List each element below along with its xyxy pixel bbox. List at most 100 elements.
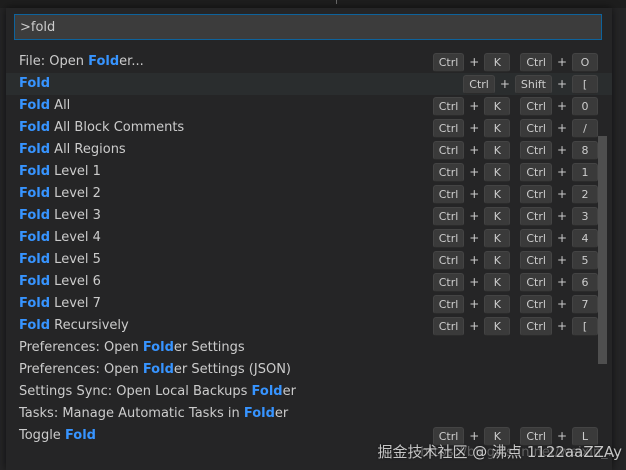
command-item[interactable]: Settings Sync: Open Local Backups Folder (6, 381, 612, 403)
command-item[interactable]: Fold Recursively Ctrl + K Ctrl + [ (6, 315, 612, 337)
match-highlight: Fold (243, 406, 275, 421)
label-text: er... (119, 54, 144, 69)
key-chord: Ctrl + / (520, 117, 598, 139)
key-cap: 0 (572, 96, 598, 116)
command-label: Fold Level 6 (19, 274, 101, 289)
command-item[interactable]: Preferences: Open Folder Settings (JSON) (6, 359, 612, 381)
key-chord: Ctrl + K (432, 271, 511, 293)
command-item[interactable]: Fold All Regions Ctrl + K Ctrl +8 (6, 139, 612, 161)
command-label: Fold Level 2 (19, 186, 101, 201)
command-label: Fold Level 3 (19, 208, 101, 223)
plus-separator: + (556, 253, 567, 267)
key-cap: Ctrl (520, 228, 552, 248)
command-item[interactable]: Fold Level 4 Ctrl + K Ctrl +4 (6, 227, 612, 249)
command-search-input[interactable] (15, 15, 601, 39)
match-highlight: Fold (19, 76, 51, 91)
key-cap: Ctrl (432, 316, 465, 336)
key-cap: Ctrl (432, 96, 465, 116)
key-chord: Ctrl + K (432, 315, 511, 337)
key-chord: Ctrl +0 (520, 95, 598, 117)
key-cap: Shift (514, 74, 552, 94)
command-palette-input-box[interactable] (14, 14, 602, 40)
plus-separator: + (556, 55, 567, 69)
key-chord: Ctrl + K (432, 249, 511, 271)
plus-separator: + (499, 77, 510, 91)
plus-separator: + (469, 55, 480, 69)
key-cap: Ctrl (520, 184, 552, 204)
plus-separator: + (556, 121, 567, 135)
match-highlight: Fold (19, 230, 51, 245)
key-cap: Ctrl (520, 162, 552, 182)
command-item[interactable]: Fold Level 2 Ctrl + K Ctrl +2 (6, 183, 612, 205)
plus-separator: + (469, 143, 480, 157)
match-highlight: Fold (19, 120, 51, 135)
key-chord: Ctrl +2 (520, 183, 598, 205)
match-highlight: Fold (19, 186, 51, 201)
command-item[interactable]: Fold Level 5 Ctrl + K Ctrl +5 (6, 249, 612, 271)
command-label: Fold Recursively (19, 318, 129, 333)
match-highlight: Fold (19, 142, 51, 157)
command-item[interactable]: File: Open Folder... Ctrl + K Ctrl + O (6, 51, 612, 73)
key-cap: 8 (572, 140, 598, 160)
label-text: Preferences: Open (19, 340, 143, 355)
command-label: Preferences: Open Folder Settings (JSON) (19, 362, 291, 377)
keybinding: Ctrl + K Ctrl + [ (423, 315, 598, 337)
key-cap: K (484, 162, 511, 182)
command-label: Fold All Regions (19, 142, 126, 157)
command-item[interactable]: Fold Level 1 Ctrl + K Ctrl +1 (6, 161, 612, 183)
key-cap: / (572, 118, 598, 138)
key-cap: Ctrl (520, 250, 552, 270)
label-text: Level 1 (50, 164, 101, 179)
keybinding: Ctrl + K Ctrl +7 (423, 293, 598, 315)
key-cap: Ctrl (520, 294, 552, 314)
command-item[interactable]: Fold Level 7 Ctrl + K Ctrl +7 (6, 293, 612, 315)
plus-separator: + (469, 165, 480, 179)
key-cap: Ctrl (432, 184, 465, 204)
key-chord: Ctrl + K (432, 139, 511, 161)
key-cap: K (484, 250, 511, 270)
key-cap: K (484, 228, 511, 248)
match-highlight: Fold (142, 340, 174, 355)
key-cap: Ctrl (432, 118, 465, 138)
label-text: Tasks: Manage Automatic Tasks in (19, 406, 244, 421)
keybinding: Ctrl + Shift + [ (453, 73, 598, 95)
plus-separator: + (556, 143, 567, 157)
plus-separator: + (556, 187, 567, 201)
label-text: Level 4 (50, 230, 101, 245)
key-cap: Ctrl (432, 52, 465, 72)
command-item[interactable]: Preferences: Open Folder Settings (6, 337, 612, 359)
scrollbar-thumb[interactable] (598, 136, 607, 364)
key-cap: 2 (572, 184, 598, 204)
command-item[interactable]: Fold Level 6 Ctrl + K Ctrl +6 (6, 271, 612, 293)
plus-separator: + (469, 253, 480, 267)
command-item[interactable]: Fold Level 3 Ctrl + K Ctrl +3 (6, 205, 612, 227)
key-cap: Ctrl (432, 206, 465, 226)
key-cap: K (484, 96, 511, 116)
key-cap: Ctrl (463, 74, 495, 94)
command-item[interactable]: Fold All Block Comments Ctrl + K Ctrl + / (6, 117, 612, 139)
key-cap: Ctrl (520, 52, 552, 72)
key-chord: Ctrl +6 (520, 271, 598, 293)
command-item[interactable]: Fold All Ctrl + K Ctrl +0 (6, 95, 612, 117)
key-chord: Ctrl +4 (520, 227, 598, 249)
key-chord: Ctrl + Shift + [ (463, 73, 598, 95)
command-label: Fold Level 1 (19, 164, 101, 179)
key-cap: K (484, 52, 511, 72)
label-text: Level 7 (50, 296, 101, 311)
key-cap: Ctrl (520, 206, 552, 226)
keybinding: Ctrl + K Ctrl +5 (423, 249, 598, 271)
plus-separator: + (556, 99, 567, 113)
plus-separator: + (469, 99, 480, 113)
command-label: Fold All (19, 98, 70, 113)
command-item[interactable]: Tasks: Manage Automatic Tasks in Folder (6, 403, 612, 425)
key-cap: Ctrl (520, 316, 552, 336)
label-text: Level 3 (50, 208, 101, 223)
label-text: All (50, 98, 71, 113)
key-chord: Ctrl +7 (520, 293, 598, 315)
label-text: Toggle (19, 428, 65, 443)
key-chord: Ctrl +8 (520, 139, 598, 161)
command-label: Settings Sync: Open Local Backups Folder (19, 384, 296, 399)
command-item[interactable]: Fold Ctrl + Shift + [ (6, 73, 612, 95)
keybinding: Ctrl + K Ctrl +0 (423, 95, 598, 117)
plus-separator: + (556, 275, 567, 289)
